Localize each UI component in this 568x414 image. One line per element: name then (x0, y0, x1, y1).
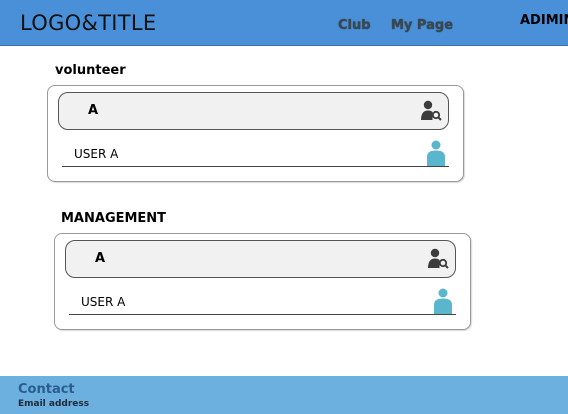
footer-bar: Contact Email address (0, 376, 568, 414)
management-search-field[interactable]: A (65, 240, 456, 278)
user-list-item[interactable]: USER A (69, 288, 456, 315)
search-value: A (88, 103, 99, 118)
user-list-item[interactable]: USER A (62, 140, 449, 167)
user-label: USER A (81, 295, 126, 309)
user-label: USER A (74, 147, 119, 161)
user-icon (434, 288, 452, 314)
email-address-link[interactable]: Email address (18, 399, 89, 409)
management-card: A USER A (54, 233, 471, 330)
user-icon (427, 140, 445, 166)
contact-heading: Contact (18, 382, 75, 397)
nav-mypage-link[interactable]: My Page (391, 18, 453, 33)
user-search-icon[interactable] (420, 100, 442, 122)
search-value: A (95, 251, 106, 266)
volunteer-card: A USER A (47, 85, 464, 182)
user-search-icon[interactable] (427, 248, 449, 270)
section-title-volunteer: volunteer (55, 63, 126, 78)
admin-label[interactable]: ADIMIN (520, 13, 568, 28)
header-bar: LOGO&TITLE Club My Page ADIMIN (0, 0, 568, 46)
volunteer-search-field[interactable]: A (58, 92, 449, 130)
logo-title[interactable]: LOGO&TITLE (20, 11, 156, 35)
nav-club-link[interactable]: Club (338, 18, 371, 33)
section-title-management: MANAGEMENT (61, 211, 167, 226)
